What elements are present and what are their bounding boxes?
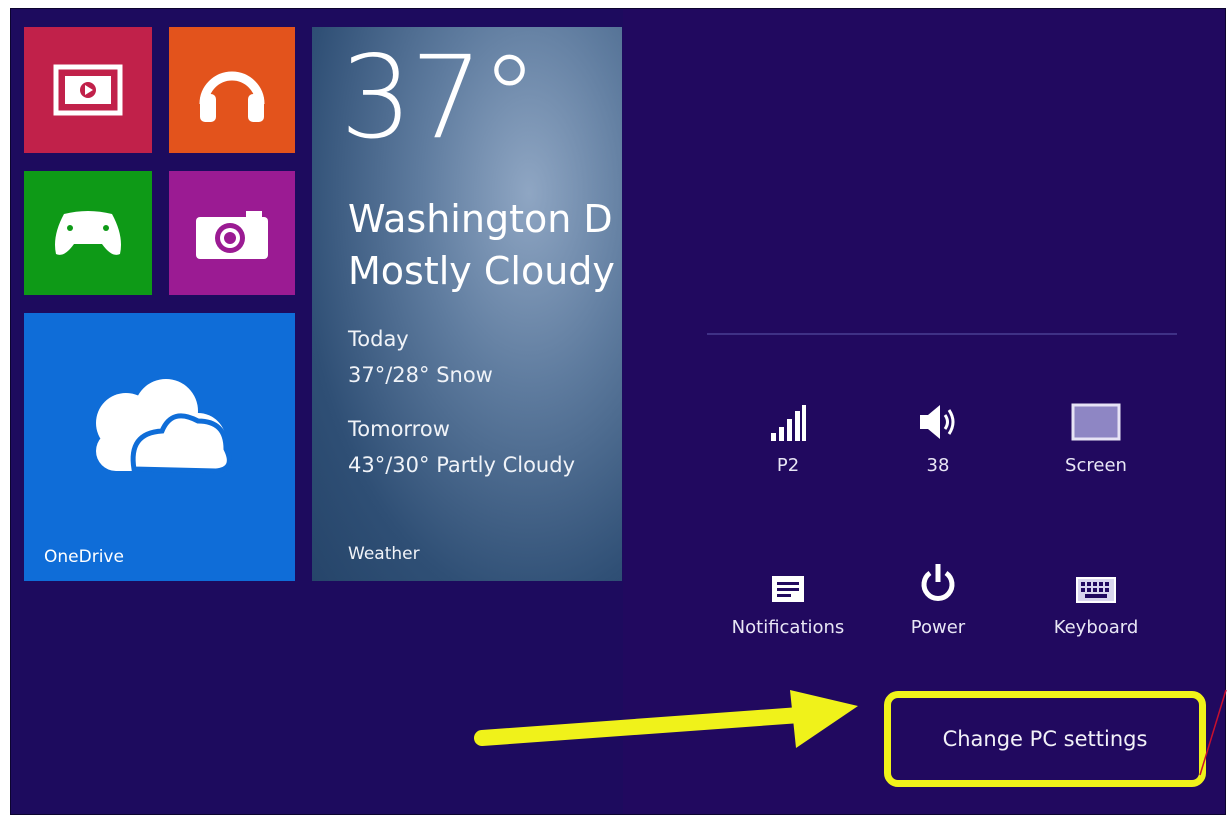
onedrive-tile[interactable]: OneDrive: [24, 313, 295, 581]
start-screen: OneDrive 37° Washington D Mostly Cloudy …: [10, 8, 1226, 815]
keyboard-label: Keyboard: [1053, 617, 1139, 638]
weather-today-forecast: 37°/28° Snow: [348, 363, 493, 387]
power-button[interactable]: Power: [868, 555, 1008, 638]
volume-icon: [920, 405, 955, 439]
weather-tomorrow-label: Tomorrow: [348, 417, 450, 441]
screen-brightness-icon: [1071, 403, 1121, 441]
network-label: P2: [776, 455, 800, 476]
power-label: Power: [910, 617, 966, 638]
weather-today-label: Today: [348, 327, 409, 351]
volume-button[interactable]: 38: [868, 393, 1008, 476]
onedrive-label: OneDrive: [44, 547, 124, 567]
game-controller-icon: [55, 211, 121, 255]
weather-tomorrow-forecast: 43°/30° Partly Cloudy: [348, 453, 576, 477]
screen-button[interactable]: Screen: [1026, 393, 1166, 476]
weather-temperature: 37°: [340, 31, 538, 164]
change-pc-settings-link[interactable]: Change PC settings: [884, 691, 1206, 787]
divider: [707, 333, 1177, 335]
network-signal-icon: [771, 405, 806, 441]
screen-label: Screen: [1065, 455, 1127, 476]
settings-charm-pane: P2 38 Screen Notifications Power Keyboar…: [623, 9, 1225, 814]
camera-tile[interactable]: [169, 171, 295, 295]
video-tile[interactable]: [24, 27, 152, 153]
weather-condition: Mostly Cloudy: [348, 249, 615, 293]
notifications-icon: [772, 576, 804, 602]
change-pc-settings-label: Change PC settings: [942, 727, 1148, 751]
weather-label: Weather: [348, 544, 420, 564]
network-button[interactable]: P2: [718, 393, 858, 476]
headphones-icon: [199, 71, 265, 122]
keyboard-button[interactable]: Keyboard: [1026, 555, 1166, 638]
keyboard-icon: [1076, 577, 1116, 603]
games-tile[interactable]: [24, 171, 152, 295]
power-icon: [921, 564, 955, 601]
weather-tile[interactable]: 37° Washington D Mostly Cloudy Today 37°…: [312, 27, 622, 581]
weather-city: Washington D: [348, 197, 613, 241]
notifications-button[interactable]: Notifications: [718, 555, 858, 638]
music-tile[interactable]: [169, 27, 295, 153]
video-icon: [53, 64, 123, 116]
camera-icon: [196, 211, 268, 259]
cloud-icon: [96, 379, 232, 474]
volume-label: 38: [926, 455, 950, 476]
notifications-label: Notifications: [731, 617, 845, 638]
